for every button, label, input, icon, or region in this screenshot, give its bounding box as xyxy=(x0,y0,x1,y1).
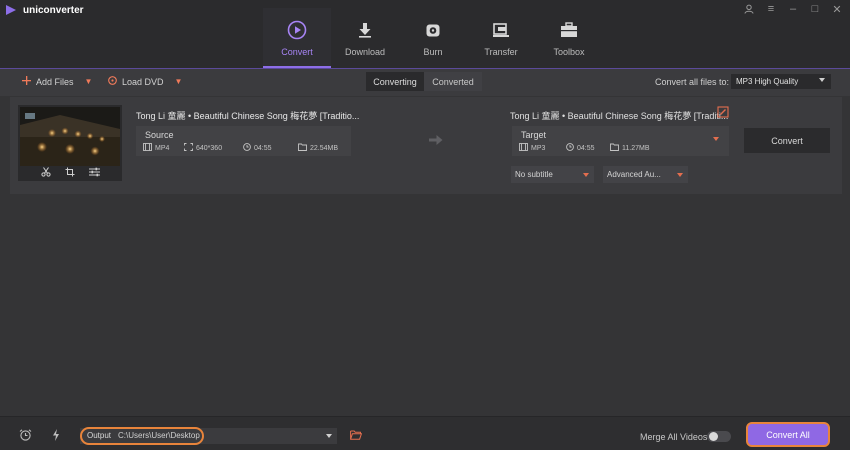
add-files-chevron-down-icon[interactable]: ▼ xyxy=(85,77,93,86)
brand: uniconverter xyxy=(5,4,84,16)
toggle-knob xyxy=(709,432,718,441)
merge-all-videos-toggle[interactable] xyxy=(707,431,731,442)
menu-icon[interactable]: ≡ xyxy=(764,2,778,16)
account-icon[interactable] xyxy=(742,2,756,16)
subtitle-select-value: No subtitle xyxy=(515,170,553,179)
chevron-down-icon xyxy=(583,173,589,177)
target-info-box[interactable]: Target MP3 04:55 11.27MB xyxy=(512,126,729,156)
convert-button[interactable]: Convert xyxy=(744,128,830,153)
tab-convert-label: Convert xyxy=(281,47,313,57)
subtitle-select[interactable]: No subtitle xyxy=(511,166,594,183)
video-thumbnail xyxy=(18,105,122,181)
tab-burn-label: Burn xyxy=(423,47,443,57)
thumbnail-image[interactable] xyxy=(20,107,120,166)
tab-transfer-label: Transfer xyxy=(484,47,518,57)
window-controls: ≡ – □ ✕ xyxy=(742,2,844,16)
target-duration: 04:55 xyxy=(566,143,595,153)
source-size: 22.54MB xyxy=(298,143,338,153)
tab-convert[interactable]: Convert xyxy=(263,8,331,68)
alarm-clock-icon[interactable] xyxy=(19,429,32,444)
target-size-value: 11.27MB xyxy=(622,144,650,152)
folder-icon xyxy=(298,143,307,153)
main-nav: Convert Download Burn Transfer Toolbox xyxy=(263,8,603,68)
target-format: MP3 xyxy=(519,143,545,153)
source-info-box: Source MP4 640*360 04:55 22.54MB xyxy=(136,126,351,156)
target-format-value: MP3 xyxy=(531,144,546,152)
source-format-value: MP4 xyxy=(155,144,170,152)
source-duration: 04:55 xyxy=(243,143,272,153)
target-format-chevron-down-icon[interactable] xyxy=(713,137,719,141)
open-folder-icon[interactable] xyxy=(350,430,363,443)
output-format-select[interactable]: MP3 High Quality xyxy=(731,74,831,89)
download-icon xyxy=(357,19,373,41)
edit-pencil-icon[interactable] xyxy=(717,106,729,121)
convert-icon xyxy=(287,19,307,41)
audio-select[interactable]: Advanced Au... xyxy=(603,166,688,183)
source-duration-value: 04:55 xyxy=(254,144,272,152)
arrow-right-icon xyxy=(429,135,443,148)
burn-disc-icon xyxy=(425,19,441,41)
load-dvd-chevron-down-icon[interactable]: ▼ xyxy=(175,77,183,86)
chevron-down-icon xyxy=(677,173,683,177)
tab-converting[interactable]: Converting xyxy=(366,72,424,91)
target-size: 11.27MB xyxy=(610,143,650,153)
minimize-icon[interactable]: – xyxy=(786,2,800,16)
tab-burn[interactable]: Burn xyxy=(399,8,467,68)
target-label: Target xyxy=(521,130,547,140)
source-file-title: Tong Li 童麗 • Beautiful Chinese Song 梅花夢 … xyxy=(136,111,360,121)
file-item: Tong Li 童麗 • Beautiful Chinese Song 梅花夢 … xyxy=(10,97,842,194)
clock-icon xyxy=(566,143,574,153)
tab-download-label: Download xyxy=(344,47,386,57)
thumbnail-tools xyxy=(18,166,122,181)
trim-scissors-icon[interactable] xyxy=(40,167,51,180)
tab-toolbox[interactable]: Toolbox xyxy=(535,8,603,68)
toolbox-icon xyxy=(560,19,578,41)
tab-transfer[interactable]: Transfer xyxy=(467,8,535,68)
transfer-icon xyxy=(492,19,510,41)
source-label: Source xyxy=(145,130,174,140)
effects-sliders-icon[interactable] xyxy=(88,167,100,180)
dvd-disc-icon xyxy=(108,76,117,87)
maximize-icon[interactable]: □ xyxy=(808,2,822,16)
merge-all-videos-label: Merge All Videos xyxy=(640,432,708,442)
close-icon[interactable]: ✕ xyxy=(830,2,844,16)
audio-select-value: Advanced Au... xyxy=(607,170,661,179)
load-dvd-button[interactable]: Load DVD ▼ xyxy=(108,76,182,87)
output-format-value: MP3 High Quality xyxy=(736,77,799,86)
source-resolution-value: 640*360 xyxy=(196,144,223,152)
target-file-title: Tong Li 童麗 • Beautiful Chinese Song 梅花夢 … xyxy=(510,111,729,121)
chevron-down-icon xyxy=(819,78,825,82)
app-name: uniconverter xyxy=(23,4,84,16)
app-logo-icon xyxy=(5,4,17,16)
lightning-icon[interactable] xyxy=(52,429,60,444)
source-format: MP4 xyxy=(143,143,169,153)
title-bar: uniconverter ≡ – □ ✕ Convert Download Bu… xyxy=(0,0,850,68)
source-resolution: 640*360 xyxy=(184,143,222,153)
resolution-icon xyxy=(184,143,193,153)
film-icon xyxy=(519,143,528,153)
add-files-label: Add Files xyxy=(36,76,74,87)
add-files-button[interactable]: Add Files ▼ xyxy=(22,76,92,87)
chevron-down-icon[interactable] xyxy=(326,434,332,438)
target-duration-value: 04:55 xyxy=(577,144,595,152)
status-segmented-control: Converting Converted xyxy=(366,72,482,91)
load-dvd-label: Load DVD xyxy=(122,76,164,87)
tab-download[interactable]: Download xyxy=(331,8,399,68)
clock-icon xyxy=(243,143,251,153)
tab-converted[interactable]: Converted xyxy=(424,72,482,91)
crop-icon[interactable] xyxy=(65,167,75,180)
output-highlight xyxy=(80,427,204,445)
bottom-bar: Output C:\Users\User\Desktop Merge All V… xyxy=(0,416,850,450)
folder-icon xyxy=(610,143,619,153)
tab-toolbox-label: Toolbox xyxy=(553,47,585,57)
toolbar: Add Files ▼ Load DVD ▼ Converting Conver… xyxy=(0,69,850,96)
convert-all-button[interactable]: Convert All xyxy=(746,422,830,447)
source-size-value: 22.54MB xyxy=(310,144,339,152)
convert-all-to-label: Convert all files to: xyxy=(655,77,730,87)
plus-icon xyxy=(22,76,31,87)
film-icon xyxy=(143,143,152,153)
